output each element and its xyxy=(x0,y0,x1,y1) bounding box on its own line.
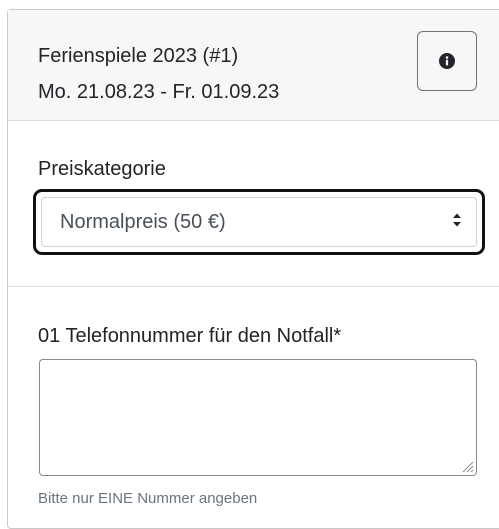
registration-card: Ferienspiele 2023 (#1) Mo. 21.08.23 - Fr… xyxy=(7,9,499,529)
sort-caret-icon xyxy=(453,213,461,227)
focus-outline: Normalpreis (50 €) xyxy=(33,189,485,255)
info-circle-icon xyxy=(439,53,455,69)
emergency-phone-label: 01 Telefonnummer für den Notfall* xyxy=(38,325,342,347)
price-category-selected-value: Normalpreis (50 €) xyxy=(60,211,226,233)
event-dates: Mo. 21.08.23 - Fr. 01.09.23 xyxy=(38,81,280,103)
event-title: Ferienspiele 2023 (#1) xyxy=(38,45,239,67)
emergency-phone-textarea[interactable] xyxy=(39,359,477,476)
info-button[interactable] xyxy=(417,31,477,91)
emergency-phone-hint: Bitte nur EINE Nummer angeben xyxy=(38,490,258,507)
price-category-label: Preiskategorie xyxy=(38,158,166,180)
card-header: Ferienspiele 2023 (#1) Mo. 21.08.23 - Fr… xyxy=(8,10,499,121)
price-category-select[interactable]: Normalpreis (50 €) xyxy=(41,197,477,247)
resize-handle-icon[interactable] xyxy=(460,459,474,473)
price-category-section: Preiskategorie Normalpreis (50 €) xyxy=(8,121,499,287)
